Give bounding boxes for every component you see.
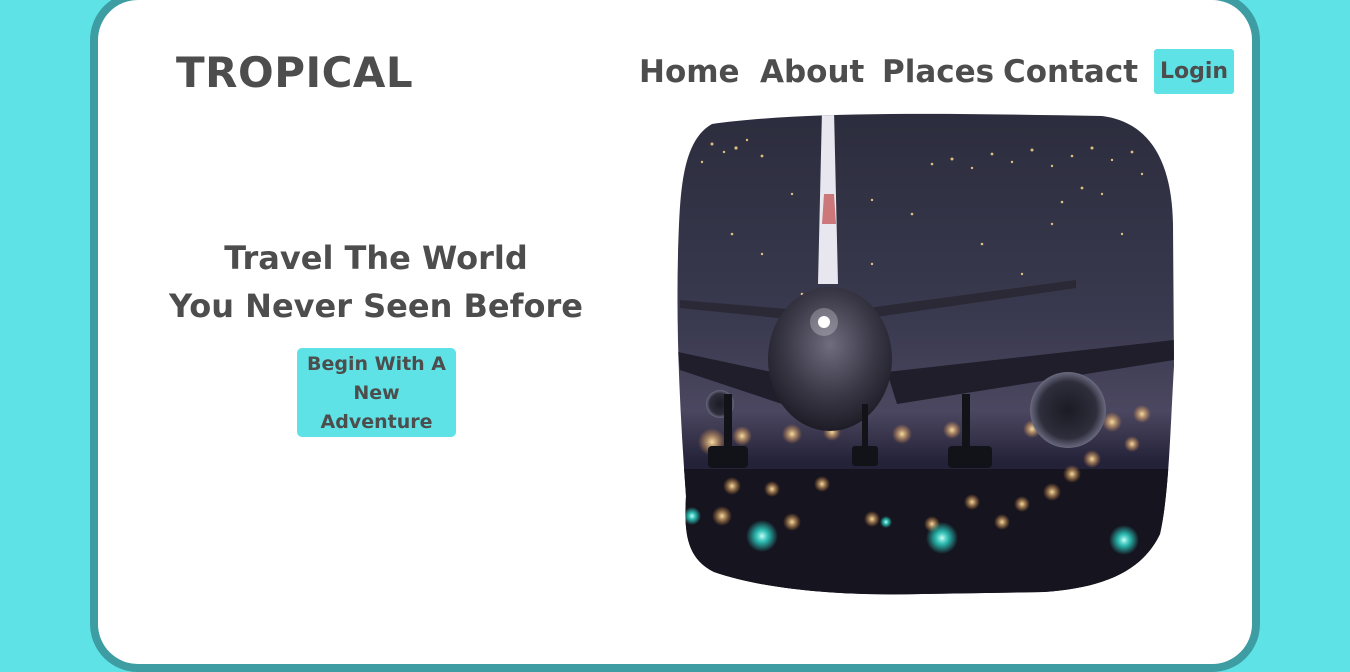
nav-places-link[interactable]: Places <box>882 52 994 92</box>
login-button[interactable]: Login <box>1154 49 1234 94</box>
nav-contact-link[interactable]: Contact <box>1003 52 1138 92</box>
hero-title-line-1: Travel The World <box>224 239 528 277</box>
begin-adventure-button[interactable]: Begin With A New Adventure <box>297 348 456 437</box>
airplane-runway-photo <box>677 113 1175 595</box>
main-nav: Home About Places Contact <box>0 52 1350 92</box>
hero-title-line-2: You Never Seen Before <box>169 287 583 325</box>
nav-about-link[interactable]: About <box>760 52 864 92</box>
hero-heading: Travel The World You Never Seen Before <box>166 234 586 330</box>
nav-home-link[interactable]: Home <box>639 52 740 92</box>
